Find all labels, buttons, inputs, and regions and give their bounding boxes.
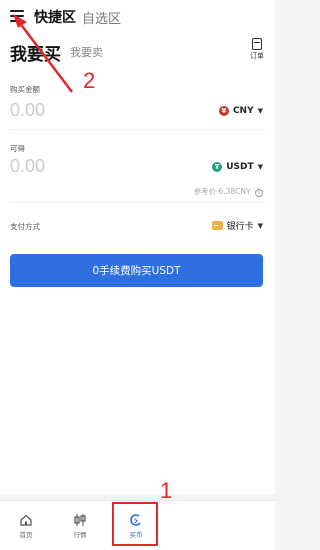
usdt-icon: ₮ xyxy=(212,162,223,172)
annotation-label-2: 2 xyxy=(83,68,96,93)
payment-method-value: 银行卡 xyxy=(226,222,254,232)
tab-sell[interactable]: 我要卖 xyxy=(70,44,103,60)
annotation-label-1: 1 xyxy=(160,478,173,503)
tab-custom-zone[interactable]: 自选区 xyxy=(82,8,121,27)
annotation-highlight-box xyxy=(112,502,158,546)
reference-price: 参考价 6.38CNY i xyxy=(194,186,263,197)
amount-input[interactable]: 0.00 xyxy=(10,100,45,121)
nav-home[interactable]: 首页 xyxy=(6,513,46,539)
candlestick-icon xyxy=(60,513,100,527)
receive-currency-label: USDT xyxy=(226,162,254,172)
bank-card-icon xyxy=(211,221,223,230)
chevron-down-icon: ▼ xyxy=(257,221,263,230)
payment-method-label: 支付方式 xyxy=(10,222,40,231)
buy-card: 我要买 我要卖 订单 购买金额 0.00 ¥ CNY ▼ 可得 0.00 ₮ U… xyxy=(0,34,275,494)
menu-icon[interactable] xyxy=(10,10,24,22)
tab-quick-zone[interactable]: 快捷区 xyxy=(34,7,76,27)
orders-label: 订单 xyxy=(250,52,264,60)
info-icon[interactable]: i xyxy=(255,189,263,197)
divider xyxy=(10,202,265,203)
nav-market[interactable]: 行情 xyxy=(60,513,100,539)
orders-button[interactable]: 订单 xyxy=(245,38,269,61)
buy-usdt-button[interactable]: 0手续费购买USDT xyxy=(10,254,263,287)
divider xyxy=(10,129,265,130)
receive-input[interactable]: 0.00 xyxy=(10,156,45,177)
receive-currency-select[interactable]: ₮ USDT ▼ xyxy=(212,162,263,172)
top-bar: 快捷区 自选区 xyxy=(0,0,275,34)
chevron-down-icon: ▼ xyxy=(257,163,263,171)
order-icon xyxy=(252,38,262,50)
amount-currency-select[interactable]: ¥ CNY ▼ xyxy=(218,106,263,116)
amount-currency-label: CNY xyxy=(232,106,254,116)
home-icon xyxy=(6,513,46,527)
nav-market-label: 行情 xyxy=(73,531,87,539)
chevron-down-icon: ▼ xyxy=(257,107,263,115)
reference-price-text: 参考价 6.38CNY xyxy=(193,187,251,196)
receive-label: 可得 xyxy=(10,144,25,153)
cny-icon: ¥ xyxy=(218,106,229,116)
payment-method-select[interactable]: 银行卡 ▼ xyxy=(211,219,263,232)
amount-label: 购买金额 xyxy=(10,85,40,94)
nav-home-label: 首页 xyxy=(19,531,33,539)
page-title[interactable]: 我要买 xyxy=(10,40,61,65)
